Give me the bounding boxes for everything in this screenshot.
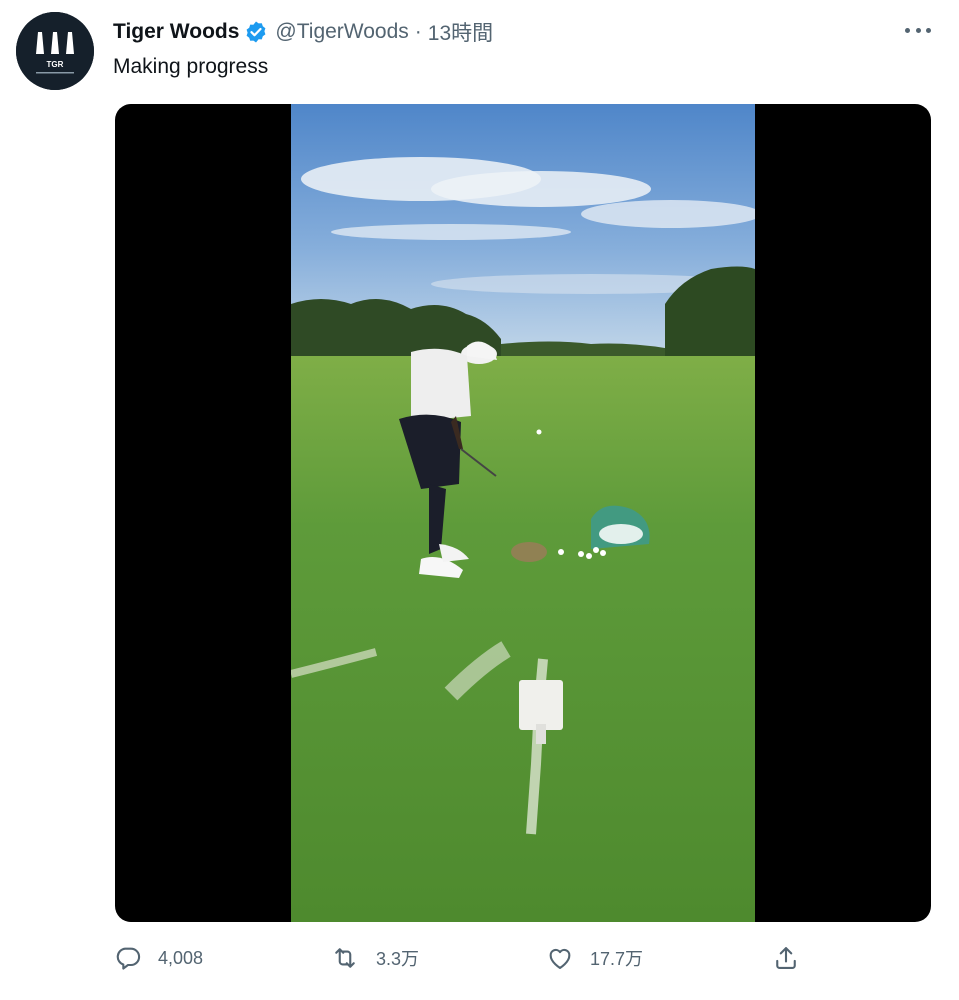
- tgr-logo-icon: TGR: [16, 12, 94, 90]
- tweet-timestamp[interactable]: 13時間: [428, 17, 493, 47]
- like-count: 17.7万: [590, 949, 644, 969]
- action-bar: 4,008 3.3万 17.7万: [0, 938, 959, 982]
- heart-icon: [549, 948, 571, 969]
- separator-dot: ·: [414, 20, 422, 43]
- share-icon: [776, 947, 796, 969]
- verified-badge-icon: [244, 20, 268, 44]
- retweet-count: 3.3万: [376, 949, 420, 969]
- retweet-icon: [335, 948, 355, 968]
- author-name[interactable]: Tiger Woods: [113, 20, 239, 44]
- media-container[interactable]: [115, 104, 931, 922]
- retweet-button[interactable]: 3.3万: [330, 944, 419, 972]
- avatar-logo-text: TGR: [47, 60, 64, 69]
- more-options-icon[interactable]: [905, 20, 931, 40]
- reply-button[interactable]: 4,008: [114, 944, 203, 972]
- reply-count: 4,008: [158, 947, 204, 968]
- tweet-text: Making progress: [113, 55, 269, 78]
- reply-icon: [116, 947, 141, 970]
- tweet-header: Tiger Woods @TigerWoods · 13時間: [113, 17, 493, 47]
- like-button[interactable]: 17.7万: [546, 944, 643, 972]
- avatar[interactable]: TGR: [16, 12, 94, 90]
- golf-swing-video[interactable]: [291, 104, 755, 922]
- share-button[interactable]: [772, 944, 800, 972]
- author-handle[interactable]: @TigerWoods: [275, 20, 408, 44]
